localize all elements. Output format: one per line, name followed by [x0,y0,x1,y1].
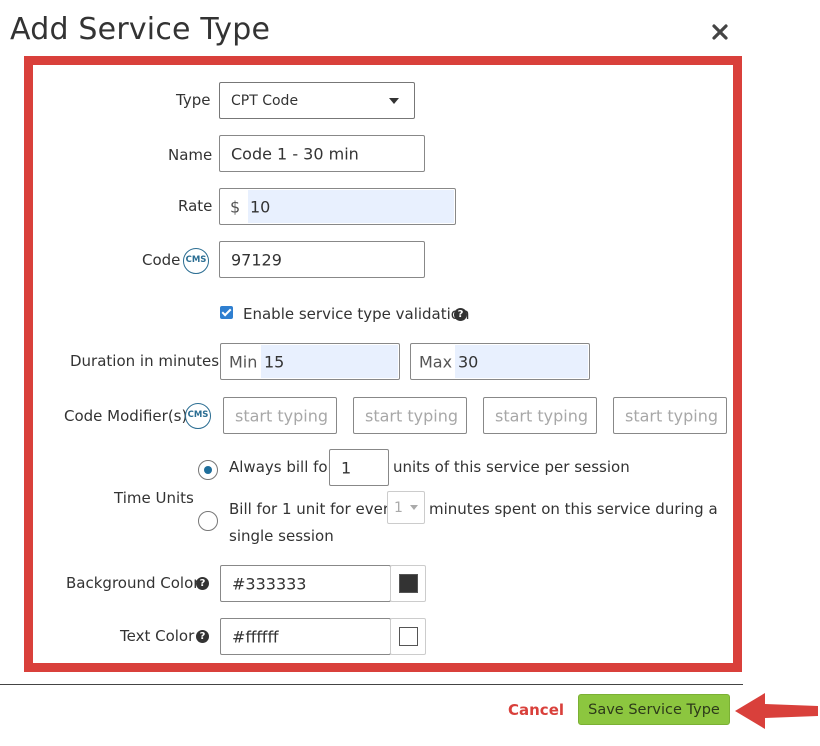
dialog-title: Add Service Type [10,12,271,47]
modifier-field-2[interactable]: start typing [353,397,467,434]
question-circle-icon[interactable]: ? [196,577,209,590]
rate-value: 10 [250,197,271,216]
footer-divider [0,684,743,685]
background-color-value: #333333 [232,574,307,593]
modifier-placeholder: start typing [365,406,458,425]
minutes-select[interactable]: 1 [387,491,425,524]
text-color-value: #ffffff [232,627,279,646]
cancel-button[interactable]: Cancel [508,701,564,719]
name-value: Code 1 - 30 min [231,144,359,163]
code-label: Code [142,251,181,269]
always-bill-radio[interactable] [198,460,218,480]
type-select[interactable]: CPT Code [219,82,415,119]
minutes-suffix-text-2: single session [229,527,334,545]
units-suffix-text: units of this service per session [393,458,630,476]
cms-badge-icon[interactable]: CMS [185,403,211,429]
always-bill-text: Always bill for [229,458,334,476]
code-field[interactable]: 97129 [219,241,425,278]
color-swatch-box [399,574,418,593]
modifier-field-1[interactable]: start typing [223,397,337,434]
duration-max-field[interactable]: Max 30 [410,343,590,380]
autofill-highlight [248,190,454,223]
time-units-label: Time Units [114,489,194,507]
background-color-field[interactable]: #333333 [220,565,391,602]
text-color-field[interactable]: #ffffff [220,618,391,655]
bill-per-minutes-text: Bill for 1 unit for every [229,500,398,518]
name-label: Name [168,146,213,164]
modifier-placeholder: start typing [495,406,588,425]
rate-label: Rate [178,197,213,215]
name-field[interactable]: Code 1 - 30 min [219,135,425,172]
modifier-field-4[interactable]: start typing [613,397,727,434]
duration-max-value: 30 [458,352,479,371]
color-swatch-box [399,627,418,646]
text-color-label: Text Color [120,627,195,645]
code-value: 97129 [231,250,282,269]
max-prefix: Max [419,352,456,371]
units-value: 1 [341,458,352,477]
modifier-placeholder: start typing [235,406,328,425]
currency-prefix: $ [230,197,245,216]
validation-checkbox[interactable] [220,306,233,319]
close-icon[interactable] [710,22,730,42]
question-circle-icon[interactable]: ? [454,308,467,321]
question-circle-icon[interactable]: ? [196,630,209,643]
validation-label[interactable]: Enable service type validation [243,305,470,323]
minutes-suffix-text: minutes spent on this service during a [429,500,718,518]
background-color-swatch[interactable] [390,565,426,602]
type-selected-value: CPT Code [231,92,299,109]
minutes-select-value: 1 [394,499,403,516]
units-per-session-field[interactable]: 1 [329,449,389,486]
background-color-label: Background Color [66,574,200,592]
modifiers-label: Code Modifier(s) [64,407,188,425]
modifier-field-3[interactable]: start typing [483,397,597,434]
min-prefix: Min [229,352,261,371]
type-label: Type [176,91,211,109]
save-service-type-button[interactable]: Save Service Type [578,694,730,725]
chevron-down-icon [410,504,418,510]
duration-min-field[interactable]: Min 15 [220,343,400,380]
duration-min-value: 15 [264,352,285,371]
arrow-left-icon [735,693,818,729]
chevron-down-icon [389,97,399,104]
cms-badge-icon[interactable]: CMS [183,248,209,274]
modifier-placeholder: start typing [625,406,718,425]
bill-per-minutes-radio[interactable] [198,511,218,531]
rate-field[interactable]: $ 10 [219,188,456,225]
duration-label: Duration in minutes [70,352,220,370]
text-color-swatch[interactable] [390,618,426,655]
